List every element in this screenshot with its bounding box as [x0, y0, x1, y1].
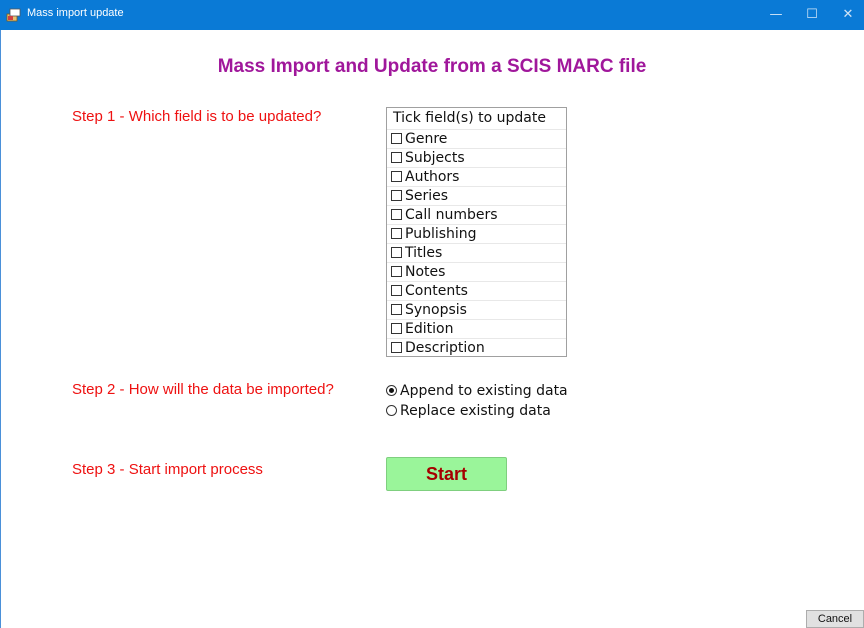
field-option-label: Edition — [405, 321, 454, 337]
replace-option[interactable]: Replace existing data — [386, 403, 551, 419]
step2-label: Step 2 - How will the data be imported? — [72, 381, 334, 398]
field-option[interactable]: Description — [387, 338, 566, 357]
field-option-label: Synopsis — [405, 302, 467, 318]
field-option[interactable]: Contents — [387, 281, 566, 300]
field-option-label: Subjects — [405, 150, 465, 166]
append-option-label: Append to existing data — [400, 383, 568, 399]
field-option[interactable]: Edition — [387, 319, 566, 338]
field-option[interactable]: Subjects — [387, 148, 566, 167]
field-option[interactable]: Titles — [387, 243, 566, 262]
field-option[interactable]: Series — [387, 186, 566, 205]
checkbox[interactable] — [391, 304, 402, 315]
checkbox[interactable] — [391, 171, 402, 182]
field-option[interactable]: Publishing — [387, 224, 566, 243]
field-option-label: Authors — [405, 169, 460, 185]
field-option[interactable]: Genre — [387, 129, 566, 148]
replace-option-label: Replace existing data — [400, 403, 551, 419]
field-option-label: Contents — [405, 283, 468, 299]
field-option-label: Series — [405, 188, 449, 204]
field-option-label: Description — [405, 340, 485, 356]
page-title: Mass Import and Update from a SCIS MARC … — [217, 56, 647, 77]
checkbox[interactable] — [391, 190, 402, 201]
step3-label: Step 3 - Start import process — [72, 461, 263, 478]
field-option-label: Notes — [405, 264, 446, 280]
checkbox[interactable] — [391, 152, 402, 163]
minimize-button[interactable]: — — [760, 0, 792, 30]
cancel-button[interactable]: Cancel — [806, 610, 864, 628]
start-button[interactable]: Start — [386, 457, 507, 491]
checkbox[interactable] — [391, 209, 402, 220]
field-option-label: Titles — [405, 245, 443, 261]
checkbox[interactable] — [391, 323, 402, 334]
checkbox[interactable] — [391, 247, 402, 258]
checkbox[interactable] — [391, 266, 402, 277]
title-bar: Mass import update — ☐ ✕ — [0, 0, 864, 30]
checkbox[interactable] — [391, 285, 402, 296]
maximize-button[interactable]: ☐ — [796, 0, 828, 30]
app-icon — [6, 8, 21, 22]
field-checklist[interactable]: Tick field(s) to update Genre Subjects Aut… — [386, 107, 567, 357]
checkbox[interactable] — [391, 228, 402, 239]
close-button[interactable]: ✕ — [832, 0, 864, 30]
checkbox[interactable] — [391, 342, 402, 353]
checklist-header: Tick field(s) to update — [393, 110, 546, 126]
field-option-label: Publishing — [405, 226, 477, 242]
field-option[interactable]: Synopsis — [387, 300, 566, 319]
field-option[interactable]: Call numbers — [387, 205, 566, 224]
radio-button-selected[interactable] — [386, 385, 397, 396]
step1-label: Step 1 - Which field is to be updated? — [72, 108, 322, 125]
field-option[interactable]: Authors — [387, 167, 566, 186]
field-option-label: Genre — [405, 131, 448, 147]
append-option[interactable]: Append to existing data — [386, 383, 568, 399]
field-option-label: Call numbers — [405, 207, 498, 223]
field-option[interactable]: Notes — [387, 262, 566, 281]
window-title: Mass import update — [27, 7, 124, 19]
checkbox[interactable] — [391, 133, 402, 144]
radio-button[interactable] — [386, 405, 397, 416]
window-border — [0, 30, 1, 628]
